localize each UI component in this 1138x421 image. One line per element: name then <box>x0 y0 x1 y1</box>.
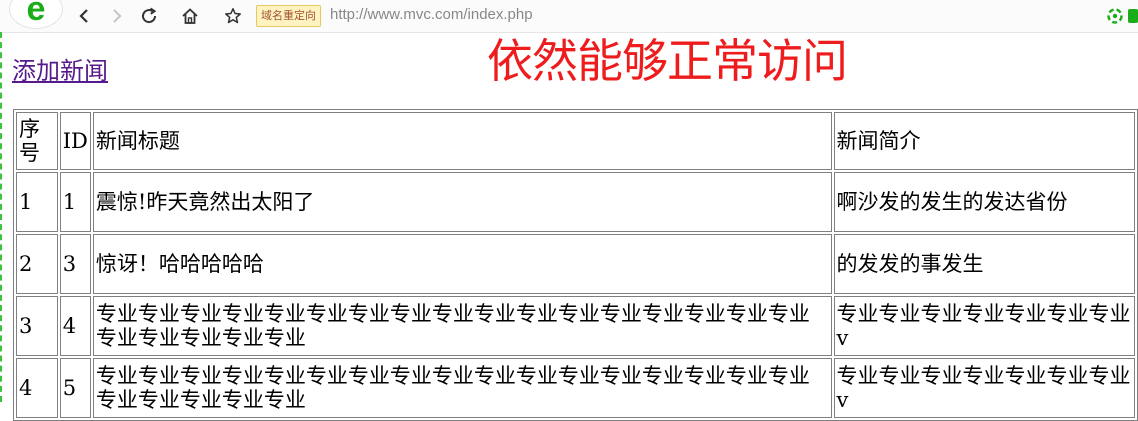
header-title: 新闻标题 <box>92 112 832 170</box>
cell-title: 专业专业专业专业专业专业专业专业专业专业专业专业专业专业专业专业专业专业专业专业… <box>92 296 832 356</box>
news-table: 序号 ID 新闻标题 新闻简介 1 1 震惊!昨天竟然出太阳了 啊沙发的发生的发… <box>13 109 1138 421</box>
table-row: 2 3 惊讶！哈哈哈哈哈 的发发的事发生 <box>16 234 1135 294</box>
table-row: 4 5 专业专业专业专业专业专业专业专业专业专业专业专业专业专业专业专业专业专业… <box>16 358 1135 418</box>
table-row: 3 4 专业专业专业专业专业专业专业专业专业专业专业专业专业专业专业专业专业专业… <box>16 296 1135 356</box>
address-bar[interactable]: http://www.mvc.com/index.php <box>330 5 533 25</box>
cell-id: 3 <box>59 234 91 294</box>
cell-summary: 的发发的事发生 <box>833 234 1135 294</box>
extension-icon[interactable] <box>1106 7 1124 25</box>
cell-summary: 啊沙发的发生的发达省份 <box>833 172 1135 232</box>
cell-index: 3 <box>16 296 58 356</box>
url-host: http://www.mvc.com <box>330 6 464 23</box>
redirect-badge[interactable]: 域名重定向 <box>256 5 321 27</box>
extension-icon-secondary[interactable] <box>1128 9 1138 23</box>
refresh-button[interactable] <box>137 4 161 28</box>
cell-index: 1 <box>16 172 58 232</box>
star-icon <box>225 8 241 24</box>
cell-title: 惊讶！哈哈哈哈哈 <box>92 234 832 294</box>
cell-summary: 专业专业专业专业专业专业专业v <box>833 358 1135 418</box>
back-button[interactable] <box>72 4 96 28</box>
browser-logo[interactable]: e <box>10 0 62 28</box>
cell-summary: 专业专业专业专业专业专业专业v <box>833 296 1135 356</box>
cell-id: 5 <box>59 358 91 418</box>
header-index: 序号 <box>16 112 58 170</box>
table-row: 1 1 震惊!昨天竟然出太阳了 啊沙发的发生的发达省份 <box>16 172 1135 232</box>
forward-arrow-icon <box>113 9 122 23</box>
url-path: /index.php <box>463 6 533 23</box>
annotation-text: 依然能够正常访问 <box>487 34 848 88</box>
add-news-link[interactable]: 添加新闻 <box>12 56 108 86</box>
forward-button[interactable] <box>105 4 129 28</box>
cell-title: 震惊!昨天竟然出太阳了 <box>92 172 832 232</box>
header-summary: 新闻简介 <box>833 112 1135 170</box>
left-dashed-guide <box>0 32 2 402</box>
header-id: ID <box>59 112 91 170</box>
cell-index: 4 <box>16 358 58 418</box>
cell-id: 1 <box>59 172 91 232</box>
favorite-button[interactable] <box>221 4 245 28</box>
cell-id: 4 <box>59 296 91 356</box>
browser-toolbar: e 域名重定向 http://www.mvc.com/index.php <box>0 0 1138 33</box>
refresh-icon <box>142 7 157 24</box>
cell-index: 2 <box>16 234 58 294</box>
table-header-row: 序号 ID 新闻标题 新闻简介 <box>16 112 1135 170</box>
browser-logo-icon: e <box>26 0 46 28</box>
home-button[interactable] <box>178 4 202 28</box>
home-icon <box>182 8 198 24</box>
cell-title: 专业专业专业专业专业专业专业专业专业专业专业专业专业专业专业专业专业专业专业专业… <box>92 358 832 418</box>
back-arrow-icon <box>79 9 88 23</box>
